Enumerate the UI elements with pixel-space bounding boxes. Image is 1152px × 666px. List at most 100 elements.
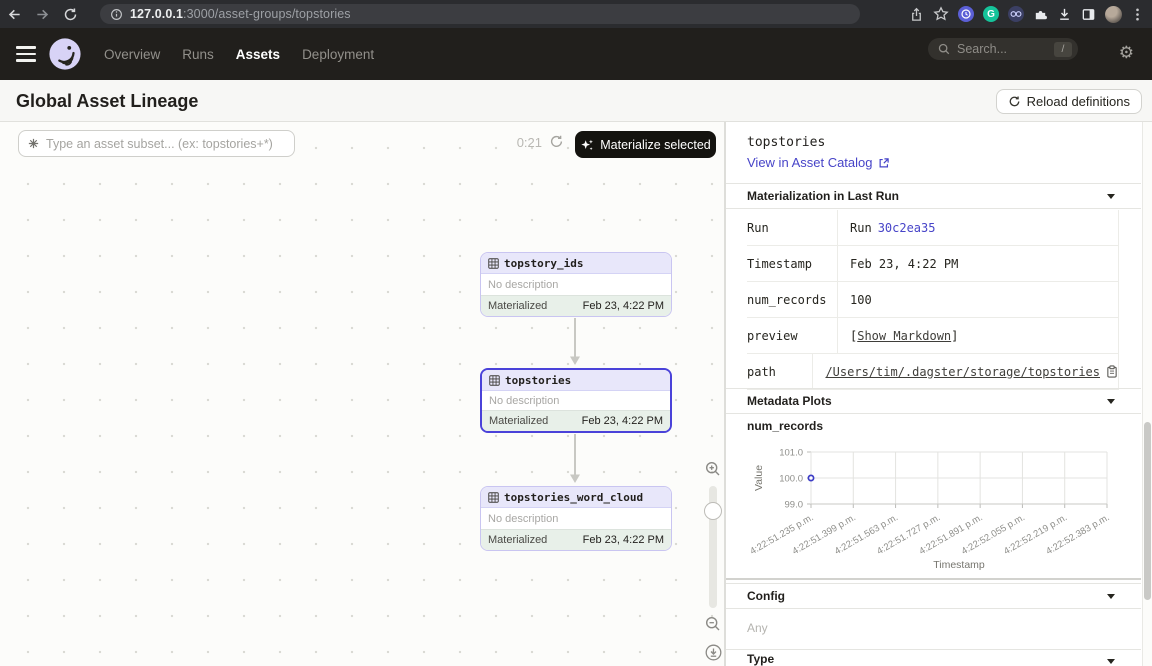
row-label: Run [747, 221, 837, 235]
nav-item-assets[interactable]: Assets [236, 47, 280, 62]
asset-node-description: No description [488, 279, 558, 291]
extension-clock-icon[interactable] [958, 6, 974, 22]
asset-node-topstories-word-cloud[interactable]: topstories_word_cloud No description Mat… [480, 486, 672, 551]
browser-actions: G [909, 0, 1152, 28]
asset-graph-panel: 0:21 Materialize selected topstory_ids N… [0, 122, 725, 666]
refresh-icon [549, 134, 564, 149]
section-materialization-in-last-run[interactable]: Materialization in Last Run [726, 183, 1141, 209]
svg-text:100.0: 100.0 [779, 474, 803, 485]
details-scrollbar-thumb[interactable] [1144, 422, 1151, 600]
asset-details-panel: topstories View in Asset Catalog Materia… [725, 122, 1152, 666]
search-shortcut-badge: / [1054, 42, 1072, 57]
downloads-icon[interactable] [1057, 7, 1072, 22]
run-id-link[interactable]: 30c2ea35 [878, 221, 936, 235]
asset-node-date: Feb 23, 4:22 PM [582, 415, 663, 427]
collapse-caret-icon[interactable] [1107, 194, 1115, 199]
section-label: Metadata Plots [747, 394, 832, 408]
asset-node-status: Materialized [488, 300, 547, 312]
nav-item-runs[interactable]: Runs [182, 47, 214, 62]
app-window: 127.0.0.1:3000/asset-groups/topstories G… [0, 0, 1152, 666]
extension-goggles-icon[interactable] [1008, 6, 1024, 22]
global-search-input[interactable]: Search... / [928, 38, 1078, 60]
section-type[interactable]: Type [726, 649, 1141, 666]
collapse-caret-icon[interactable] [1107, 594, 1115, 599]
table-grid-icon [489, 375, 500, 386]
zoom-in-button[interactable] [705, 461, 721, 477]
site-info-icon[interactable] [110, 8, 123, 21]
asset-filter-input[interactable] [46, 137, 286, 151]
asset-node-topstory-ids[interactable]: topstory_ids No description Materialized… [480, 252, 672, 317]
url-path: :3000/asset-groups/topstories [183, 7, 351, 21]
collapse-caret-icon[interactable] [1107, 659, 1115, 664]
recenter-graph-button[interactable] [705, 644, 722, 661]
refresh-icon [1008, 95, 1021, 108]
share-icon[interactable] [909, 7, 924, 22]
profile-avatar[interactable] [1105, 6, 1122, 23]
table-row-run: Run Run30c2ea35 [747, 210, 1118, 246]
browser-menu-icon[interactable] [1131, 7, 1144, 22]
asset-node-name: topstories [505, 374, 571, 387]
show-markdown-link[interactable]: Show Markdown [857, 329, 951, 343]
svg-text:101.0: 101.0 [779, 448, 803, 459]
nav-item-deployment[interactable]: Deployment [302, 47, 374, 62]
plot-title: num_records [747, 419, 823, 433]
asset-node-date: Feb 23, 4:22 PM [583, 300, 664, 312]
asset-node-footer: Materialized Feb 23, 4:22 PM [482, 410, 670, 431]
settings-gear-icon[interactable]: ⚙ [1119, 43, 1134, 63]
row-value: Feb 23, 4:22 PM [837, 246, 1118, 281]
asset-node-body: No description [481, 274, 671, 295]
asset-node-body: No description [481, 508, 671, 529]
graph-refresh-button[interactable] [549, 134, 564, 149]
table-row-timestamp: Timestamp Feb 23, 4:22 PM [747, 246, 1118, 282]
side-panel-icon[interactable] [1081, 7, 1096, 22]
bookmark-star-icon[interactable] [933, 6, 949, 22]
asset-node-description: No description [488, 513, 558, 525]
app-navbar: Overview Runs Assets Deployment Search..… [0, 28, 1152, 80]
materialize-selected-label: Materialize selected [600, 138, 710, 152]
section-metadata-plots[interactable]: Metadata Plots [726, 388, 1141, 414]
asset-filter-input-wrap [18, 130, 295, 157]
section-config[interactable]: Config [726, 583, 1141, 609]
section-label: Type [747, 652, 774, 666]
collapse-caret-icon[interactable] [1107, 399, 1115, 404]
asset-node-date: Feb 23, 4:22 PM [583, 534, 664, 546]
table-row-path: path /Users/tim/.dagster/storage/topstor… [747, 354, 1118, 390]
page-title: Global Asset Lineage [16, 91, 198, 112]
section-label: Materialization in Last Run [747, 189, 899, 203]
materialize-selected-button[interactable]: Materialize selected [575, 131, 716, 158]
extensions-puzzle-icon[interactable] [1033, 7, 1048, 22]
table-row-preview: preview [Show Markdown] [747, 318, 1118, 354]
reload-icon [63, 7, 78, 22]
reload-definitions-button[interactable]: Reload definitions [996, 89, 1142, 114]
zoom-slider-handle[interactable] [704, 502, 722, 520]
path-link[interactable]: /Users/tim/.dagster/storage/topstories [825, 365, 1100, 379]
view-in-asset-catalog-link[interactable]: View in Asset Catalog [747, 155, 890, 170]
browser-forward-button[interactable] [28, 0, 56, 28]
asset-node-name: topstory_ids [504, 257, 583, 270]
asset-node-header: topstory_ids [481, 253, 671, 274]
search-placeholder: Search... [957, 42, 1047, 56]
asset-node-status: Materialized [488, 534, 547, 546]
config-value: Any [747, 621, 768, 635]
address-bar[interactable]: 127.0.0.1:3000/asset-groups/topstories [100, 4, 860, 24]
zoom-out-button[interactable] [705, 616, 721, 632]
copy-clipboard-icon[interactable] [1106, 365, 1118, 378]
row-label: num_records [747, 293, 837, 307]
hamburger-menu-icon[interactable] [16, 46, 36, 61]
reload-definitions-label: Reload definitions [1027, 94, 1130, 109]
row-value: /Users/tim/.dagster/storage/topstories [812, 354, 1118, 389]
asset-node-name: topstories_word_cloud [504, 491, 643, 504]
extension-grammarly-icon[interactable]: G [983, 6, 999, 22]
asset-node-description: No description [489, 395, 559, 407]
nav-item-overview[interactable]: Overview [104, 47, 160, 62]
svg-text:99.0: 99.0 [785, 500, 804, 511]
asset-node-topstories[interactable]: topstories No description Materialized F… [480, 368, 672, 433]
asset-node-header: topstories [482, 370, 670, 391]
asset-node-body: No description [482, 391, 670, 410]
details-scrollbar-track[interactable] [1142, 122, 1152, 666]
browser-reload-button[interactable] [56, 0, 84, 28]
bracket: ] [951, 329, 958, 343]
dagster-logo[interactable] [48, 37, 82, 71]
svg-text:Value: Value [753, 465, 765, 491]
browser-back-button[interactable] [0, 0, 28, 28]
